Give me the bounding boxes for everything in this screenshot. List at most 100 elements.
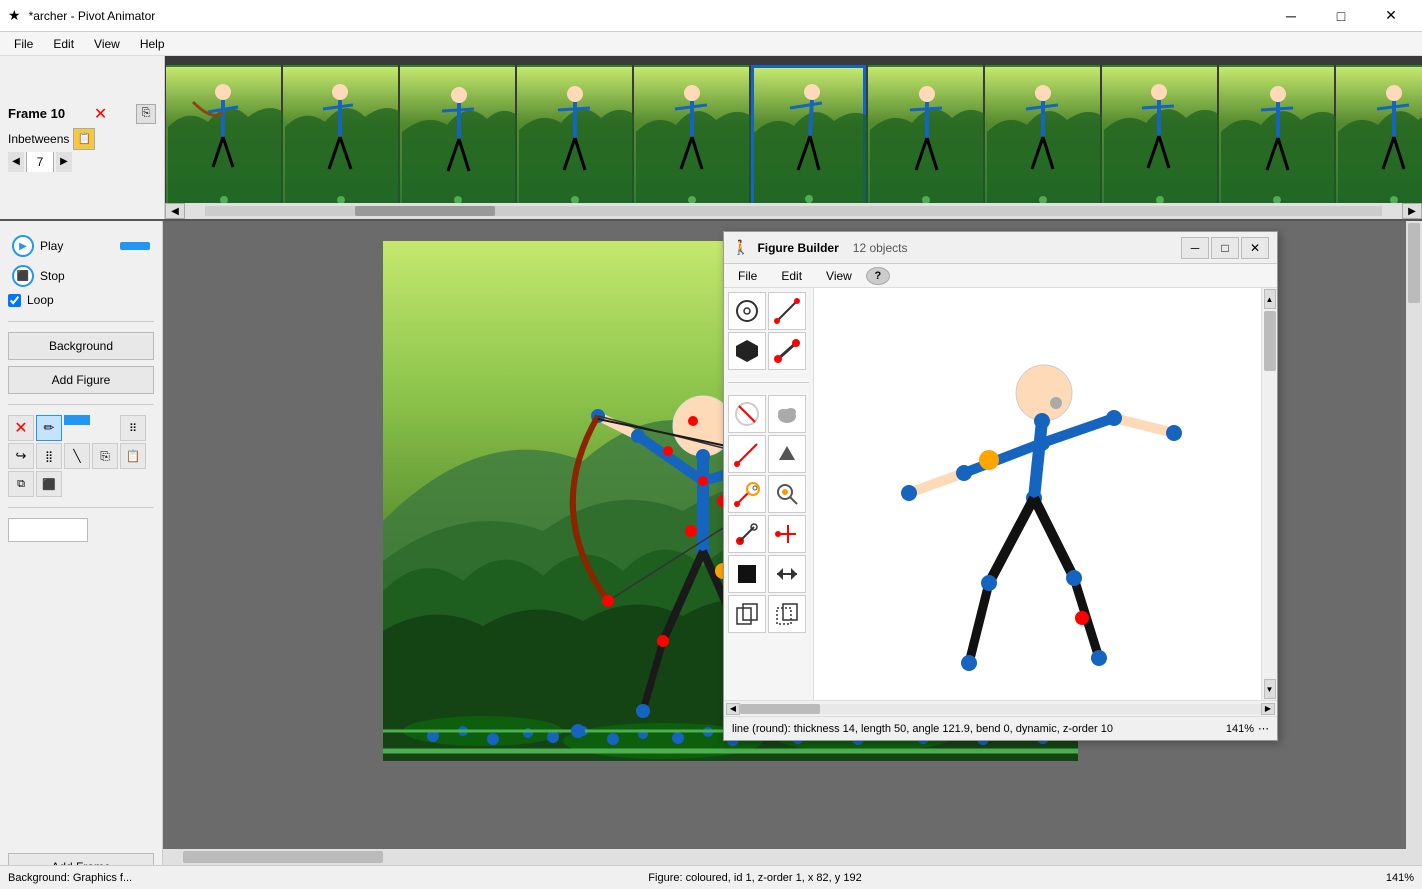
strip-right-arrow[interactable]: ▶ [1402,203,1422,219]
frame-thumb-11[interactable] [1336,65,1422,210]
canvas-hscroll[interactable] [163,849,1422,865]
canvas-vscroll-thumb[interactable] [1408,223,1420,303]
menu-edit[interactable]: Edit [43,35,84,53]
frame-thumb-2[interactable] [283,65,398,210]
fb-paste-group-tool[interactable] [768,595,806,633]
frame-strip[interactable] [165,56,1422,219]
canvas-vscroll[interactable] [1406,221,1422,865]
strip-left-arrow[interactable]: ◀ [165,203,185,219]
play-button[interactable]: ▶ Play [8,233,154,259]
frame-thumb-8[interactable] [985,65,1100,210]
color-bar [64,415,90,425]
fb-zoom-tool[interactable] [768,475,806,513]
fb-circle-tool[interactable] [728,292,766,330]
background-button[interactable]: Background [8,332,154,360]
frame-thumb-6[interactable] [751,65,866,210]
fb-vscroll-track[interactable] [1263,310,1277,678]
fb-search-color-tool[interactable] [728,475,766,513]
frame-thumb-10[interactable] [1219,65,1334,210]
multi-tool[interactable]: ⣿ [36,443,62,469]
fb-scrollbar-v[interactable]: ▲ ▼ [1261,288,1277,700]
add-figure-button[interactable]: Add Figure [8,366,154,394]
fb-vscroll-down[interactable]: ▼ [1264,679,1276,699]
frame-scrollbar-thumb[interactable] [355,206,495,216]
fb-segment-tool[interactable] [728,515,766,553]
pen-tool[interactable]: ╲ [64,443,90,469]
fb-more-icon[interactable]: ⋯ [1258,722,1269,735]
fb-maximize-button[interactable]: □ [1211,237,1239,259]
fb-canvas[interactable] [814,288,1261,700]
fb-hscroll-right[interactable]: ▶ [1261,703,1275,715]
menu-file[interactable]: File [4,35,43,53]
divider-3 [8,507,154,508]
titlebar: ★ *archer - Pivot Animator ─ □ ✕ [0,0,1422,32]
frame-thumb-3[interactable] [400,65,515,210]
paste-figure-tool[interactable]: 📋 [120,443,146,469]
fb-menu-file[interactable]: File [728,267,767,285]
statusbar-zoom: 141% [1386,872,1414,884]
close-button[interactable]: ✕ [1368,0,1414,32]
play-controls: ▶ Play ⬛ Stop Loop [8,229,154,311]
spacer [8,548,154,847]
fb-polygon-tool[interactable] [728,332,766,370]
fb-separator-1 [728,372,809,378]
loop-checkbox[interactable] [8,294,21,307]
menu-view[interactable]: View [84,35,130,53]
frame-thumb-7[interactable] [868,65,983,210]
fb-content: ▲ ▼ [724,288,1277,700]
fb-tool-row-4 [728,435,809,473]
frame-thumb-4[interactable] [517,65,632,210]
fb-no-tool[interactable] [728,395,766,433]
fb-copy-group-tool[interactable] [728,595,766,633]
fb-vscroll-thumb[interactable] [1264,311,1276,371]
inbetween-dec-button[interactable]: ◀ [8,152,24,172]
frame-thumb-9[interactable] [1102,65,1217,210]
fb-minimize-button[interactable]: ─ [1181,237,1209,259]
maximize-button[interactable]: □ [1318,0,1364,32]
fb-status: line (round): thickness 14, length 50, a… [724,716,1277,740]
menu-help[interactable]: Help [130,35,175,53]
fb-hscroll-track[interactable] [740,704,1261,714]
frame-thumb-5[interactable] [634,65,749,210]
fb-close-button[interactable]: ✕ [1241,237,1269,259]
fb-flip-tool[interactable] [768,555,806,593]
copy2-tool[interactable]: ⧉ [8,471,34,497]
minimize-button[interactable]: ─ [1268,0,1314,32]
fb-line-tool[interactable] [768,292,806,330]
fb-color-tool[interactable] [728,555,766,593]
inbetween-inc-button[interactable]: ▶ [56,152,72,172]
fb-help-button[interactable]: ? [866,267,890,285]
fb-remove-tool[interactable] [768,515,806,553]
forward-tool[interactable]: ↪ [8,443,34,469]
fb-scrollbar-h[interactable]: ◀ ▶ [724,700,1277,716]
frame-close-icon[interactable]: ✕ [94,104,107,124]
canvas-hscroll-thumb[interactable] [183,851,383,863]
fb-menu-view[interactable]: View [816,267,862,285]
fb-up-tool[interactable] [768,435,806,473]
delete-figure-tool[interactable]: ✕ [8,415,34,441]
paste-icon[interactable]: 📋 [73,128,95,150]
fb-stickman-svg [814,288,1244,700]
frame-scrollbar[interactable]: ◀ ▶ [165,203,1422,219]
statusbar-right: Figure: coloured, id 1, z-order 1, x 82,… [648,872,861,884]
canvas-area[interactable]: 🚶 Figure Builder 12 objects ─ □ ✕ File E… [163,221,1422,889]
paste2-tool[interactable]: ⬛ [36,471,62,497]
fb-tool-row-1 [728,292,809,330]
fb-hscroll-thumb[interactable] [740,704,820,714]
fb-hscroll-left[interactable]: ◀ [726,703,740,715]
fb-delete-tool[interactable] [728,435,766,473]
inbetween-stepper: ◀ 7 ▶ [8,152,156,172]
grid-tool[interactable]: ⠿ [120,415,146,441]
copy-figure-tool[interactable]: ⎘ [92,443,118,469]
fb-vscroll-up[interactable]: ▲ [1264,289,1276,309]
fb-thick-line-tool[interactable] [768,332,806,370]
stop-button[interactable]: ⬛ Stop [8,263,154,289]
edit-tool[interactable]: ✏ [36,415,62,441]
copy-frame-icon[interactable]: ⎘ [136,104,156,124]
zoom-input[interactable]: 100.00 [8,518,88,542]
frame-thumb-1[interactable] [166,65,281,210]
fb-menu-edit[interactable]: Edit [771,267,812,285]
fb-blob-tool[interactable] [768,395,806,433]
frame-scrollbar-track[interactable] [205,206,1382,216]
fb-objects-count: 12 objects [853,241,908,255]
